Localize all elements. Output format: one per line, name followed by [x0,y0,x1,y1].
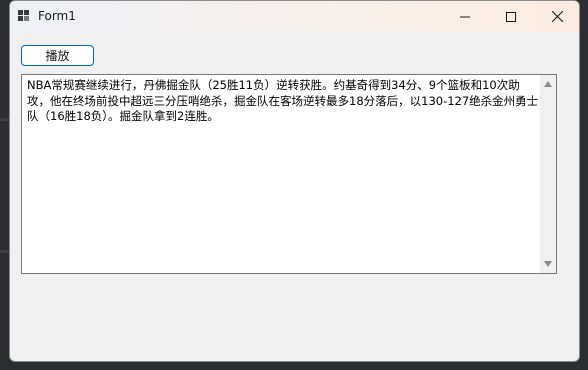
news-text: NBA常规赛继续进行，丹佛掘金队（25胜11负）逆转获胜。约基奇得到34分、9个… [27,78,539,123]
play-button[interactable]: 播放 [21,45,94,66]
scroll-down-icon[interactable] [544,261,552,267]
main-window: Form1 播放 NBA常规赛继续进行，丹佛掘金队（25胜11负）逆转获胜。约基… [9,0,580,362]
news-textbox[interactable]: NBA常规赛继续进行，丹佛掘金队（25胜11负）逆转获胜。约基奇得到34分、9个… [21,74,557,274]
close-icon [551,11,563,22]
vertical-scrollbar[interactable] [540,75,556,273]
minimize-icon [460,16,470,17]
window-title: Form1 [38,9,76,23]
close-button[interactable] [534,1,579,32]
title-bar[interactable]: Form1 [10,1,579,32]
maximize-button[interactable] [488,1,534,32]
app-window-icon [18,10,29,21]
minimize-button[interactable] [442,1,488,32]
maximize-icon [506,11,516,22]
scroll-up-icon[interactable] [544,81,552,87]
